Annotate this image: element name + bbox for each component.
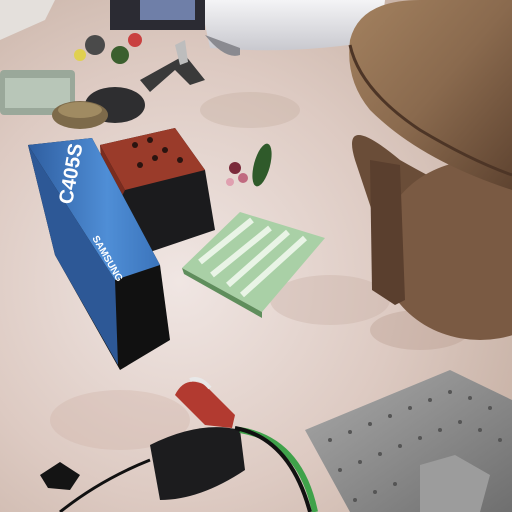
rendered-scene: C405S SAMSUNG [0, 0, 512, 514]
scene-canvas: C405S SAMSUNG [0, 0, 512, 514]
